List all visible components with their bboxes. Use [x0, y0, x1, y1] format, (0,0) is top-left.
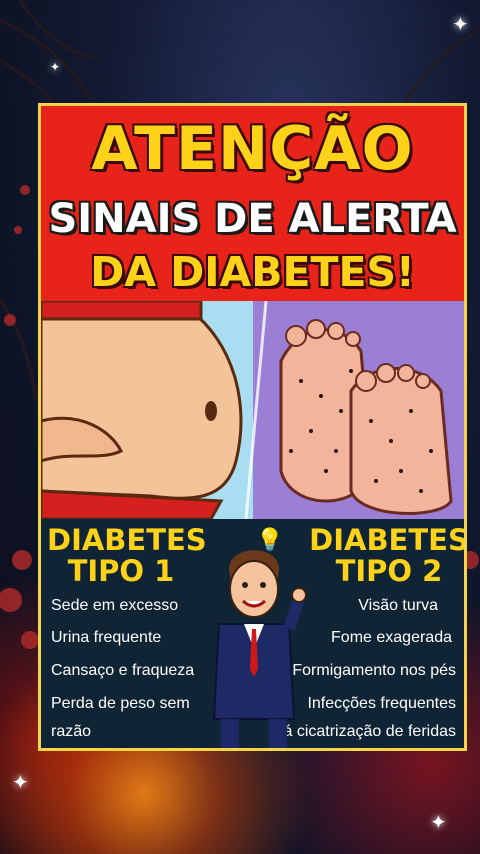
type1-item: Perda de peso sem: [51, 695, 190, 712]
type1-item: Urina frequente: [51, 629, 162, 646]
type2-item: Formigamento nos pés: [292, 662, 456, 679]
sparkle-icon: ✦: [430, 812, 447, 834]
sparkle-icon: ✦: [50, 60, 61, 74]
type2-item: Fome exagerada: [331, 629, 452, 646]
type1-item: Cansaço e fraqueza: [51, 662, 195, 679]
infographic-card: ATENÇÃO SINAIS DE ALERTA DA DIABETES! DI…: [38, 103, 467, 751]
type1-item: razão: [51, 723, 92, 740]
sparkle-icon: ✦: [452, 14, 469, 36]
sparkle-icon: ✦: [12, 772, 29, 794]
diabetes-types-panel: DIABETES TIPO 1 DIABETES TIPO 2 Sede em …: [41, 519, 467, 748]
headline-warning-signs: SINAIS DE ALERTA: [48, 196, 457, 242]
businessman-illustration: [212, 550, 307, 748]
type2-item: Infecções frequentes: [307, 695, 456, 712]
headline-attention: ATENÇÃO: [91, 114, 414, 184]
type2-item: Visão turva: [358, 597, 438, 614]
type1-item: Sede em excesso: [51, 597, 179, 614]
illustration-panel: [41, 301, 464, 519]
headline-diabetes: DA DIABETES!: [90, 248, 415, 296]
type2-title: DIABETES TIPO 2: [309, 523, 467, 588]
type1-title: DIABETES TIPO 1: [47, 523, 207, 588]
illustration-belly-and-feet: [41, 301, 464, 519]
headline: ATENÇÃO SINAIS DE ALERTA DA DIABETES!: [41, 106, 464, 301]
